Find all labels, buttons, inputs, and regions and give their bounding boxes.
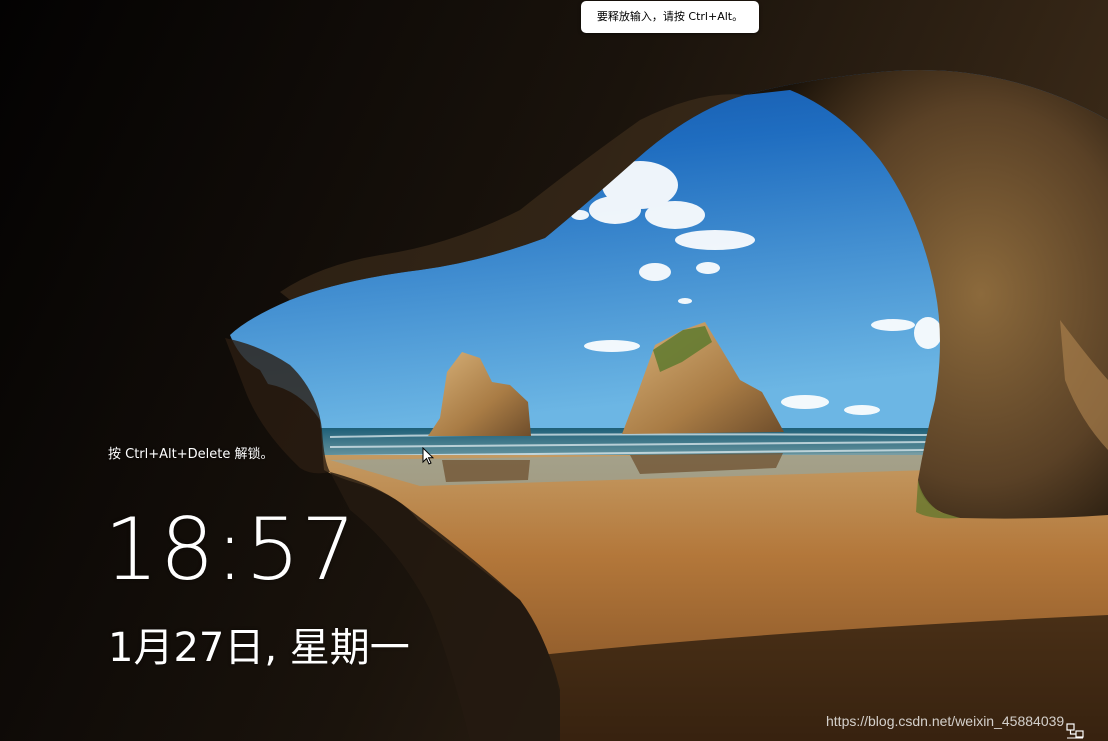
network-icon[interactable] [1066,723,1084,739]
release-input-tooltip: 要释放输入，请按 Ctrl+Alt。 [581,1,759,33]
mouse-cursor-icon [422,447,434,465]
lock-screen[interactable]: 要释放输入，请按 Ctrl+Alt。 按 Ctrl+Alt+Delete 解锁。… [0,0,1108,741]
lock-time: 18:57 [104,500,357,600]
unlock-hint: 按 Ctrl+Alt+Delete 解锁。 [108,447,274,462]
watermark-url: https://blog.csdn.net/weixin_45884039 [826,713,1065,729]
lock-date: 1月27日, 星期一 [108,625,410,671]
